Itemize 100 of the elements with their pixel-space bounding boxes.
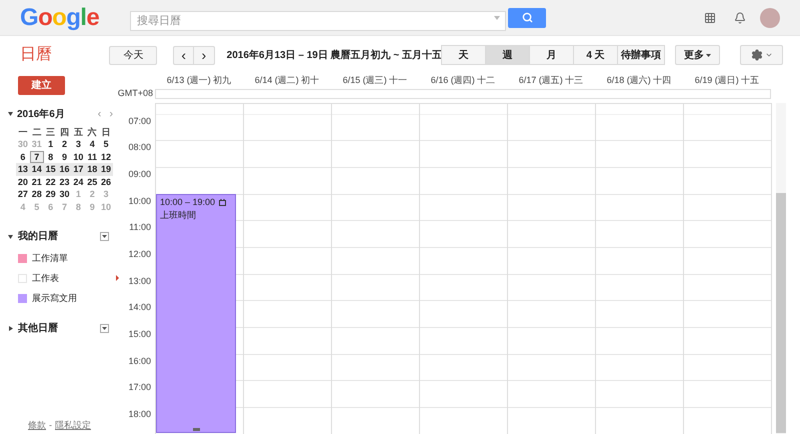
day-header[interactable]: 6/13 (週一) 初九 <box>155 74 243 87</box>
calendar-day[interactable]: 28 <box>30 188 44 200</box>
day-header[interactable]: 6/17 (週五) 十三 <box>507 74 595 87</box>
hour-label: 11:00 <box>128 221 152 234</box>
hour-label: 16:00 <box>127 354 152 368</box>
privacy-link[interactable]: 隱私設定 <box>55 418 91 432</box>
previous-button[interactable]: ‹ <box>173 46 194 64</box>
calendar-day[interactable]: 26 <box>99 176 113 188</box>
next-button[interactable]: › <box>194 46 215 64</box>
search-field[interactable]: 搜尋日曆 <box>130 10 506 30</box>
view-tab[interactable]: 待辦事項 <box>617 45 665 65</box>
view-tab[interactable]: 月 <box>529 45 574 65</box>
calendar-day[interactable]: 11 <box>85 150 100 163</box>
dropdown-toggle[interactable] <box>100 324 109 333</box>
weekday-label: 二 <box>31 126 42 138</box>
today-button[interactable]: 今天 <box>109 46 158 64</box>
event-time: 10:00 – 19:00 <box>160 196 216 209</box>
hour-label: 13:00 <box>127 274 152 288</box>
section-title[interactable]: 我的日曆 <box>18 229 100 244</box>
footer-separator: - <box>49 418 52 432</box>
apps-grid-icon[interactable] <box>704 12 716 24</box>
calendar-name[interactable]: 工作表 <box>32 272 59 286</box>
caret-icon <box>764 51 772 59</box>
calendar-day[interactable]: 3 <box>71 138 86 150</box>
terms-link[interactable]: 條款 <box>28 418 46 432</box>
calendar-day[interactable]: 10 <box>71 150 86 163</box>
hour-label: 07:00 <box>127 114 152 128</box>
calendar-day[interactable]: 18 <box>85 163 100 176</box>
hour-label: 08:00 <box>127 141 152 154</box>
calendar-day[interactable]: 8 <box>44 150 58 163</box>
section-title[interactable]: 其他日曆 <box>18 321 100 336</box>
calendar-day[interactable]: 12 <box>99 150 113 163</box>
event-title: 上班時間 <box>160 209 197 222</box>
calendar-day[interactable]: 29 <box>44 188 58 200</box>
hour-label: 17:00 <box>127 381 152 394</box>
calendar-color-swatch[interactable] <box>18 254 27 263</box>
search-button[interactable] <box>508 8 546 28</box>
search-icon <box>522 12 532 23</box>
view-tab[interactable]: 4 天 <box>573 45 618 65</box>
date-range: 2016年6月13日 – 19日 農曆五月初九 ~ 五月十五 <box>226 48 442 62</box>
expand-arrow-icon[interactable] <box>8 326 13 331</box>
more-button[interactable]: 更多 <box>675 45 720 65</box>
weekday-label: 六 <box>86 126 98 138</box>
timezone-label: GMT+08 <box>117 87 154 100</box>
weekday-label: 一 <box>17 126 28 138</box>
resize-handle-icon[interactable] <box>192 428 200 431</box>
calendar-color-swatch[interactable] <box>18 294 27 303</box>
caret-icon <box>706 54 711 56</box>
calendar-day[interactable]: 20 <box>16 176 30 188</box>
hour-label: 14:00 <box>127 301 152 314</box>
weekday-label: 五 <box>72 126 84 138</box>
view-tab[interactable]: 週 <box>485 45 530 65</box>
calendar-day[interactable]: 22 <box>44 176 58 188</box>
calendar-color-swatch[interactable] <box>18 274 27 283</box>
day-header[interactable]: 6/14 (週二) 初十 <box>243 74 331 87</box>
calendar-day[interactable]: 16 <box>58 163 72 176</box>
weekday-label: 日 <box>100 126 112 138</box>
caret-icon <box>494 16 500 20</box>
calendar-day[interactable]: 23 <box>58 176 72 188</box>
calendar-day[interactable]: 9 <box>58 150 72 163</box>
notification-icon[interactable] <box>734 12 746 24</box>
scrollbar[interactable] <box>776 102 786 434</box>
calendar-day[interactable]: 24 <box>71 176 86 188</box>
calendar-day[interactable]: 4 <box>85 138 100 150</box>
google-logo: Google <box>20 2 100 32</box>
calendar-name[interactable]: 工作清單 <box>32 252 68 266</box>
calendar-day[interactable]: 13 <box>16 163 30 176</box>
weekday-label: 三 <box>45 126 56 138</box>
hour-label: 18:00 <box>127 408 152 422</box>
day-header[interactable]: 6/18 (週六) 十四 <box>595 74 683 87</box>
calendar-day[interactable]: 17 <box>71 163 86 176</box>
weekday-label: 四 <box>58 126 70 138</box>
calendar-day[interactable]: 7 <box>30 150 44 163</box>
dropdown-toggle[interactable] <box>100 232 109 241</box>
hour-label: 12:00 <box>127 248 152 261</box>
create-button[interactable]: 建立 <box>18 76 65 95</box>
hour-label: 10:00 <box>127 194 152 208</box>
day-header[interactable]: 6/19 (週日) 十五 <box>683 74 771 87</box>
calendar-day[interactable]: 15 <box>44 163 58 176</box>
calendar-day[interactable]: 2 <box>58 138 72 150</box>
calendar-day[interactable]: 6 <box>16 150 30 163</box>
settings-button[interactable] <box>740 45 783 65</box>
view-tab[interactable]: 天 <box>441 45 486 65</box>
expand-arrow-icon[interactable] <box>8 234 13 239</box>
calendar-day[interactable]: 14 <box>30 163 44 176</box>
day-header[interactable]: 6/16 (週四) 十二 <box>419 74 507 87</box>
calendar-name[interactable]: 展示寫文用 <box>32 292 77 306</box>
calendar-day[interactable]: 19 <box>99 163 113 176</box>
calendar-day[interactable]: 1 <box>44 138 58 150</box>
expand-arrow-icon[interactable] <box>8 112 13 116</box>
calendar-day[interactable]: 25 <box>85 176 100 188</box>
calendar-day[interactable]: 21 <box>30 176 44 188</box>
calendar-day[interactable]: 27 <box>16 188 30 200</box>
calendar-day[interactable]: 30 <box>58 188 72 200</box>
calendar-day[interactable]: 5 <box>99 138 113 150</box>
event-block[interactable]: 10:00 – 19:00 上班時間 <box>156 194 236 433</box>
reminder-icon <box>219 198 226 206</box>
caret-icon <box>102 327 107 330</box>
day-header[interactable]: 6/15 (週三) 十一 <box>331 74 419 87</box>
current-time-marker-icon <box>116 275 119 281</box>
